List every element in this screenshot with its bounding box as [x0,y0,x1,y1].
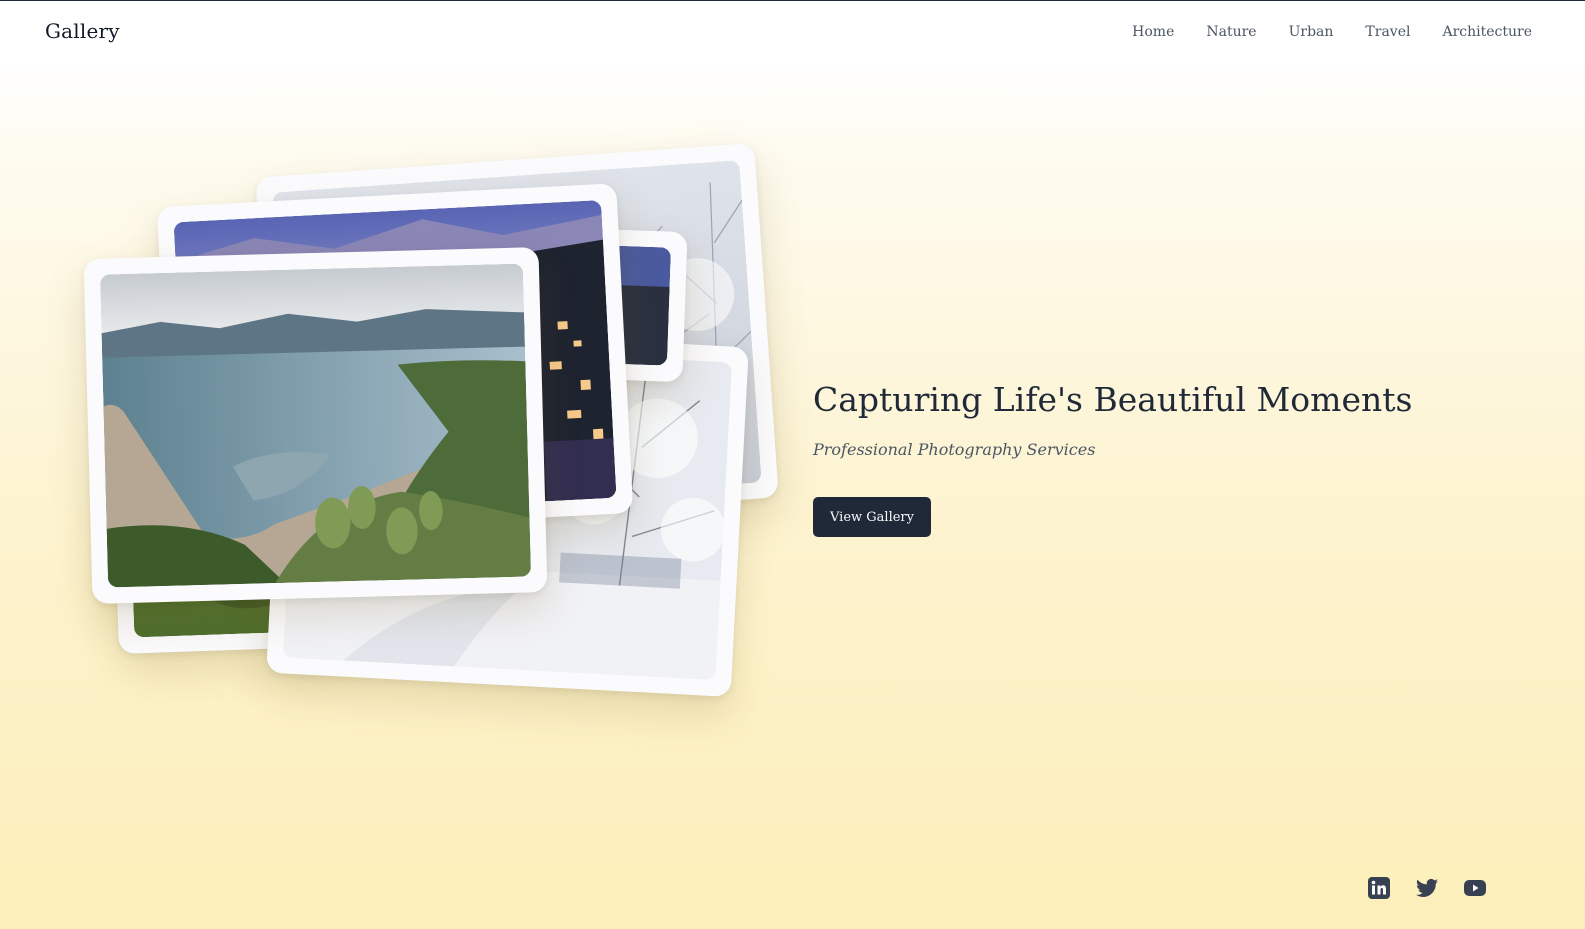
nav-home[interactable]: Home [1132,24,1174,40]
hero-title: Capturing Life's Beautiful Moments [813,380,1413,419]
photo-image [99,263,532,588]
linkedin-icon[interactable] [1366,876,1392,900]
twitter-icon[interactable] [1414,876,1440,900]
nav-urban[interactable]: Urban [1289,24,1334,40]
hero-subtitle: Professional Photography Services [813,440,1096,459]
nav-architecture[interactable]: Architecture [1442,24,1532,40]
youtube-icon[interactable] [1462,876,1488,900]
photo-card-coastal-lagoon[interactable] [83,247,548,604]
main-nav: Home Nature Urban Travel Architecture [1132,24,1532,40]
nav-nature[interactable]: Nature [1206,24,1256,40]
social-links [1366,876,1488,900]
nav-travel[interactable]: Travel [1365,24,1410,40]
view-gallery-button[interactable]: View Gallery [813,497,931,537]
photo-stack [0,0,800,929]
